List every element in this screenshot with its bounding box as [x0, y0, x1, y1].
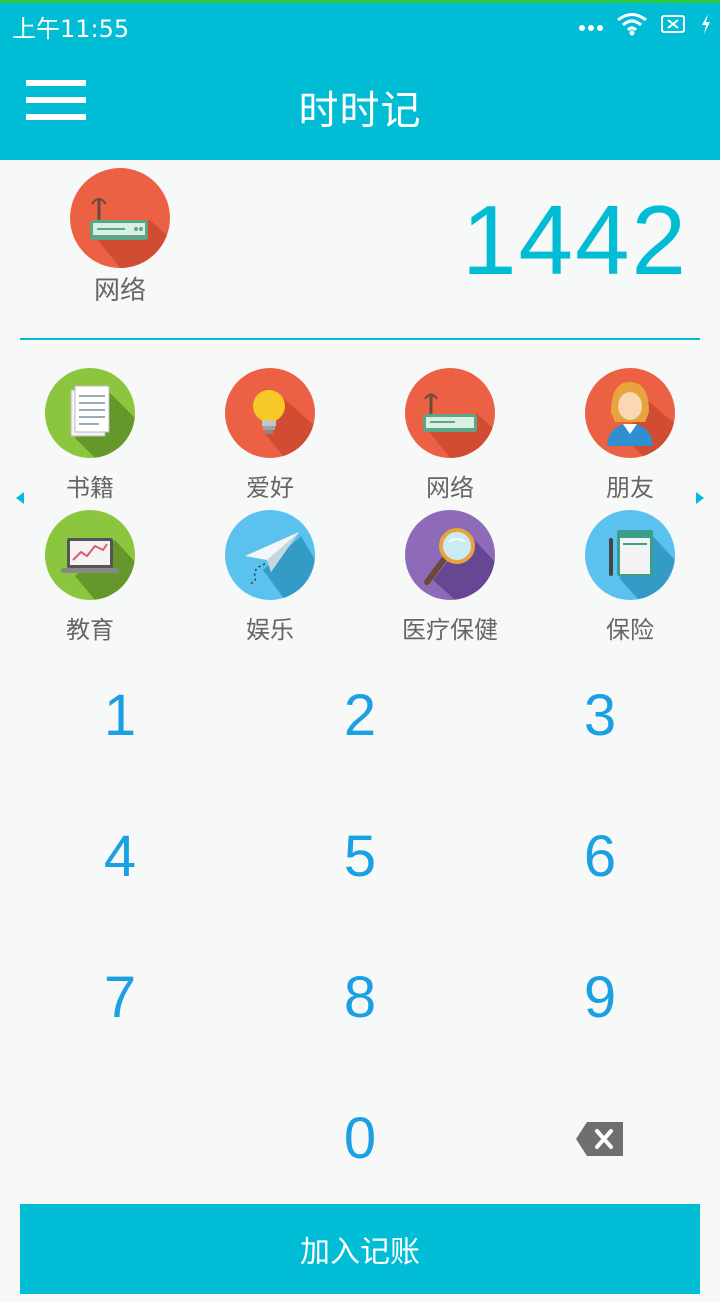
- category-label: 教育: [66, 616, 114, 644]
- status-time: 上午11:55: [12, 15, 130, 43]
- magnifier-icon: [405, 510, 495, 600]
- router-icon: [405, 368, 495, 458]
- wifi-icon: [616, 12, 648, 40]
- key-0[interactable]: 0: [240, 1068, 480, 1209]
- amount-display: 1442: [461, 185, 688, 295]
- category-label: 娱乐: [246, 616, 294, 644]
- key-4[interactable]: 4: [0, 786, 240, 927]
- key-8[interactable]: 8: [240, 927, 480, 1068]
- charging-icon: [700, 13, 712, 39]
- category-grid: 书籍 爱好 网络 朋友 教育 娱乐 医疗保健 保险: [0, 368, 720, 652]
- category-label: 书籍: [66, 474, 114, 502]
- divider: [20, 338, 700, 340]
- category-healthcare[interactable]: 医疗保健: [360, 510, 540, 652]
- lightbulb-icon: [225, 368, 315, 458]
- category-label: 保险: [606, 616, 654, 644]
- category-label: 医疗保健: [402, 616, 498, 644]
- category-insurance[interactable]: 保险: [540, 510, 720, 652]
- key-9[interactable]: 9: [480, 927, 720, 1068]
- more-dots-icon: [578, 17, 604, 36]
- key-empty: [0, 1068, 240, 1209]
- category-friends[interactable]: 朋友: [540, 368, 720, 510]
- app-toolbar: 时时记: [0, 48, 720, 160]
- notebook-pen-icon: [585, 510, 675, 600]
- router-icon: [70, 168, 170, 268]
- category-entertainment[interactable]: 娱乐: [180, 510, 360, 652]
- key-2[interactable]: 2: [240, 645, 480, 786]
- selected-category-label: 网络: [93, 276, 146, 306]
- key-5[interactable]: 5: [240, 786, 480, 927]
- key-7[interactable]: 7: [0, 927, 240, 1068]
- laptop-chart-icon: [45, 510, 135, 600]
- app-title: 时时记: [298, 88, 422, 134]
- paper-plane-icon: [225, 510, 315, 600]
- key-3[interactable]: 3: [480, 645, 720, 786]
- category-hobby[interactable]: 爱好: [180, 368, 360, 510]
- person-icon: [585, 368, 675, 458]
- number-keypad: 1 2 3 4 5 6 7 8 9 0: [0, 645, 720, 1209]
- battery-x-icon: [660, 13, 688, 39]
- category-label: 朋友: [606, 474, 654, 502]
- category-network[interactable]: 网络: [360, 368, 540, 510]
- selected-category: 网络: [60, 168, 180, 307]
- key-6[interactable]: 6: [480, 786, 720, 927]
- category-label: 网络: [426, 474, 474, 502]
- backspace-button[interactable]: [480, 1068, 720, 1209]
- status-bar: 上午11:55: [0, 3, 720, 48]
- backspace-icon: [576, 1121, 623, 1156]
- category-label: 爱好: [246, 474, 294, 502]
- add-record-button[interactable]: 加入记账: [20, 1204, 700, 1294]
- category-education[interactable]: 教育: [0, 510, 180, 652]
- category-books[interactable]: 书籍: [0, 368, 180, 510]
- key-1[interactable]: 1: [0, 645, 240, 786]
- notebook-icon: [45, 368, 135, 458]
